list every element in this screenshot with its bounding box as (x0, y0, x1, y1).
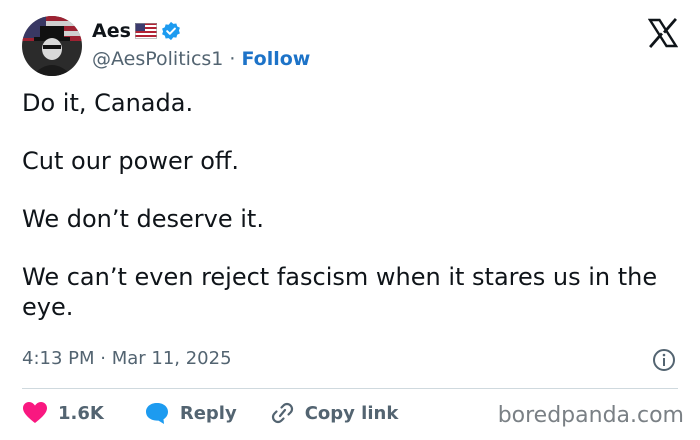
reply-label: Reply (179, 402, 237, 424)
tweet-paragraph: Cut our power off. (22, 147, 240, 175)
link-icon (269, 401, 295, 425)
display-name[interactable]: Aes (92, 20, 131, 42)
avatar-image (22, 16, 82, 76)
divider (22, 388, 678, 389)
tweet-text: Do it, Canada. Cut our power off. We don… (22, 88, 672, 322)
tweet-paragraph: Do it, Canada. (22, 89, 194, 117)
verified-badge-icon (161, 21, 181, 41)
x-logo-icon[interactable] (647, 18, 679, 48)
like-button[interactable]: 1.6K (22, 401, 104, 425)
separator: · (229, 48, 236, 70)
copy-link-button[interactable]: Copy link (269, 401, 399, 425)
watermark: boredpanda.com (497, 403, 684, 428)
like-count: 1.6K (58, 402, 104, 424)
action-bar: 1.6K Reply Copy link (22, 398, 398, 428)
tweet-card: Aes @AesPolitics1 · Follow Do it, Canada… (0, 0, 700, 440)
profile-avatar[interactable] (22, 16, 82, 76)
name-row: Aes (92, 20, 181, 42)
copy-link-label: Copy link (304, 402, 399, 424)
handle[interactable]: @AesPolitics1 (92, 48, 223, 70)
info-icon[interactable] (652, 348, 676, 372)
reply-button[interactable]: Reply (144, 401, 237, 425)
tweet-paragraph: We can’t even reject fascism when it sta… (22, 263, 658, 321)
handle-row: @AesPolitics1 · Follow (92, 48, 310, 70)
follow-button[interactable]: Follow (241, 48, 310, 70)
us-flag-icon (134, 23, 157, 39)
tweet-timestamp[interactable]: 4:13 PM · Mar 11, 2025 (22, 348, 232, 369)
tweet-paragraph: We don’t deserve it. (22, 205, 264, 233)
heart-icon (22, 401, 48, 425)
reply-bubble-icon (144, 401, 170, 425)
